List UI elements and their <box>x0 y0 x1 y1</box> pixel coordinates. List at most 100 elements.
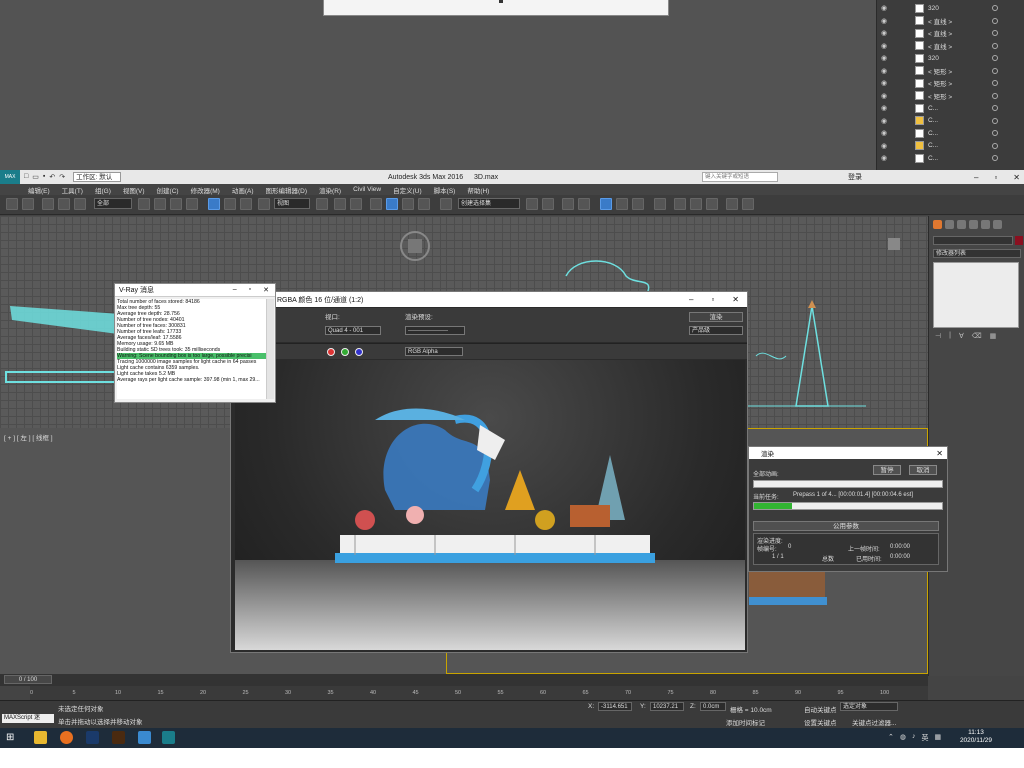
window-crossing-icon[interactable] <box>186 198 198 210</box>
utilities-tab-icon[interactable] <box>993 220 1002 229</box>
eye-icon[interactable]: ◉ <box>881 104 891 112</box>
eye-icon[interactable]: ◉ <box>881 54 891 62</box>
menu-item[interactable]: 脚本(S) <box>434 185 456 195</box>
track-bar[interactable]: 0 5 10 15 20 25 30 35 40 45 50 55 60 65 70 75 80 85 90 95 10… <box>30 686 928 700</box>
menu-item[interactable]: 视图(V) <box>123 185 145 195</box>
reference-coord-select[interactable]: 视图 <box>274 198 310 209</box>
layer-row[interactable]: ◉ < 直线 > <box>877 15 1024 28</box>
display-tab-icon[interactable] <box>981 220 990 229</box>
clock[interactable]: 11:13 2020/11/29 <box>960 729 992 745</box>
layer-row[interactable]: ◉ < 矩形 > <box>877 90 1024 103</box>
eye-icon[interactable]: ◉ <box>881 67 891 75</box>
angle-snap-icon[interactable] <box>386 198 398 210</box>
select-icon[interactable] <box>138 198 150 210</box>
render-toggle-icon[interactable] <box>992 17 998 24</box>
3dsmax-taskbar-icon[interactable] <box>162 731 175 744</box>
create-tab-icon[interactable] <box>933 220 942 229</box>
close-icon[interactable]: ✕ <box>732 295 739 304</box>
remove-modifier-icon[interactable]: ⌫ <box>972 332 982 340</box>
input-icon[interactable]: ▦ <box>934 733 941 743</box>
ribbon-icon[interactable] <box>600 198 612 210</box>
layer-row[interactable]: ◉ C... <box>877 127 1024 140</box>
maxscript-listener[interactable]: MAXScript 迷 <box>2 714 54 723</box>
render-toggle-icon[interactable] <box>992 80 998 87</box>
channel-select[interactable]: RGB Alpha <box>405 347 463 356</box>
redo-icon[interactable]: ↷ <box>59 173 65 181</box>
render-button[interactable]: 渲染 <box>689 312 743 322</box>
link-icon[interactable] <box>42 198 54 210</box>
scale-icon[interactable] <box>240 198 252 210</box>
photoshop-icon[interactable] <box>86 731 99 744</box>
render-toggle-icon[interactable] <box>992 155 998 162</box>
pivot-icon[interactable] <box>316 198 328 210</box>
rotate-icon[interactable] <box>224 198 236 210</box>
start-icon[interactable]: ⊞ <box>6 731 19 744</box>
eye-icon[interactable]: ◉ <box>881 29 891 37</box>
close-icon[interactable]: ✕ <box>936 449 947 458</box>
common-params-section[interactable]: 公用参数 <box>753 521 939 531</box>
login-link[interactable]: 登录 <box>848 172 862 182</box>
x-coordinate[interactable]: -3114.651 <box>598 702 632 711</box>
spinner-snap-icon[interactable] <box>418 198 430 210</box>
network-icon[interactable]: ◍ <box>900 733 906 743</box>
eye-icon[interactable]: ◉ <box>881 79 891 87</box>
menu-item[interactable]: 图形编辑器(D) <box>266 185 308 195</box>
align-icon[interactable] <box>542 198 554 210</box>
schematic-view-icon[interactable] <box>632 198 644 210</box>
layer-explorer[interactable]: ◉ 320 ◉ < 直线 > ◉ < 直线 > ◉ < 直线 > ◉ 320 ◉ < 矩形 > ◉ < 矩… <box>876 0 1024 170</box>
workspace-selector[interactable]: 工作区: 默认 <box>73 172 122 182</box>
mirror-icon[interactable] <box>526 198 538 210</box>
menu-item[interactable]: 动画(A) <box>232 185 254 195</box>
minimize-icon[interactable]: – <box>974 173 978 182</box>
modify-tab-icon[interactable] <box>945 220 954 229</box>
close-icon[interactable]: ✕ <box>1013 173 1020 182</box>
chevron-up-icon[interactable]: ⌃ <box>888 733 894 743</box>
preset-select[interactable]: -------------------- <box>405 326 465 335</box>
named-selection-set[interactable]: 创建选择集 <box>458 198 520 209</box>
motion-tab-icon[interactable] <box>969 220 978 229</box>
minimize-icon[interactable]: – <box>233 286 237 294</box>
y-coordinate[interactable]: 10237.21 <box>650 702 684 711</box>
layer-row[interactable]: ◉ C... <box>877 115 1024 128</box>
render-toggle-icon[interactable] <box>992 105 998 112</box>
layer-row[interactable]: ◉ < 直线 > <box>877 40 1024 53</box>
menu-item[interactable]: 修改器(M) <box>191 185 220 195</box>
keyboard-shortcut-icon[interactable] <box>350 198 362 210</box>
modifier-list-select[interactable]: 修改器列表 <box>933 249 1021 258</box>
undo-icon[interactable]: ↶ <box>49 173 55 181</box>
menu-item[interactable]: 组(G) <box>95 185 111 195</box>
menu-item[interactable]: Civil View <box>353 186 381 193</box>
menu-item[interactable]: 编辑(E) <box>28 185 50 195</box>
rendered-frame-window-icon[interactable] <box>690 198 702 210</box>
save-file-icon[interactable]: ▪ <box>43 173 45 181</box>
render-toggle-icon[interactable] <box>992 92 998 99</box>
rect-select-icon[interactable] <box>170 198 182 210</box>
time-slider[interactable]: 0 / 100 <box>0 674 928 686</box>
render-iterative-icon[interactable] <box>726 198 738 210</box>
set-key-label[interactable]: 设置关键点 <box>804 717 837 727</box>
volume-icon[interactable]: ♪ <box>912 733 916 743</box>
layer-row[interactable]: ◉ < 矩形 > <box>877 77 1024 90</box>
snap-icon[interactable] <box>370 198 382 210</box>
vray-log[interactable]: Total number of faces stored: 84186 Max t… <box>117 299 267 399</box>
render-toggle-icon[interactable] <box>992 130 998 137</box>
ime-indicator[interactable]: 英 <box>921 733 928 743</box>
menu-item[interactable]: 自定义(U) <box>393 185 422 195</box>
minimize-icon[interactable]: – <box>689 295 693 304</box>
pin-stack-icon[interactable]: ⊣ <box>935 332 941 340</box>
object-name-field[interactable] <box>933 236 1013 245</box>
menu-item[interactable]: 渲染(R) <box>319 185 341 195</box>
show-end-icon[interactable]: | <box>949 332 951 340</box>
frame-indicator[interactable]: 0 / 100 <box>4 675 52 684</box>
render-toggle-icon[interactable] <box>992 5 998 12</box>
make-unique-icon[interactable]: ∀ <box>959 332 964 340</box>
menu-item[interactable]: 工具(T) <box>62 185 83 195</box>
move-icon[interactable] <box>208 198 220 210</box>
render-production-icon[interactable] <box>706 198 718 210</box>
search-input[interactable]: 键入关键字或短语 <box>702 172 778 182</box>
open-file-icon[interactable]: ▭ <box>32 173 39 181</box>
select-manipulate-icon[interactable] <box>334 198 346 210</box>
new-file-icon[interactable]: □ <box>24 173 28 181</box>
bind-icon[interactable] <box>74 198 86 210</box>
auto-key-label[interactable]: 自动关键点 <box>804 704 837 714</box>
